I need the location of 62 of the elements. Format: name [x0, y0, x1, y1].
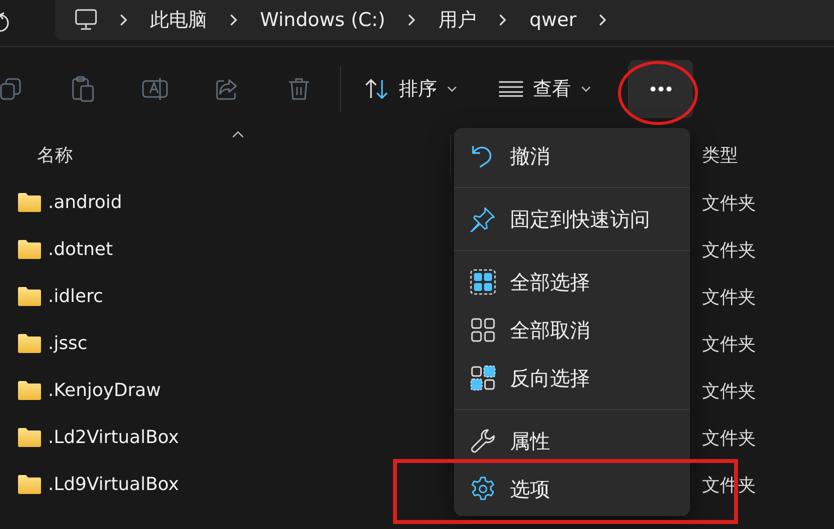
address-bar[interactable]: 此电脑 Windows (C:) 用户 qwer — [55, 0, 834, 40]
menu-item[interactable]: 撤消 — [454, 132, 690, 180]
file-name[interactable]: .android — [48, 192, 122, 213]
menu-item[interactable]: 属性 — [454, 417, 690, 465]
menu-item[interactable]: 固定到快速访问 — [454, 195, 690, 243]
chevron-icon — [229, 13, 238, 27]
computer-icon — [75, 9, 97, 31]
menu-item-label: 反向选择 — [510, 364, 590, 392]
chevron-icon — [498, 13, 508, 27]
chevron-icon — [598, 13, 608, 27]
file-type: 文件夹 — [702, 426, 756, 450]
menu-item-label: 选项 — [510, 476, 550, 502]
menu-icon — [499, 81, 523, 97]
folder-icon — [18, 240, 41, 259]
sort-caret-icon — [232, 131, 244, 138]
folder-icon — [18, 475, 41, 494]
file-type: 文件夹 — [702, 192, 756, 214]
file-name[interactable]: .Ld9VirtualBox — [48, 474, 179, 495]
sort-icon — [365, 78, 389, 100]
file-name[interactable]: .KenjoyDraw — [48, 380, 161, 401]
breadcrumb-item[interactable]: qwer — [507, 9, 598, 31]
folder-icon — [18, 193, 41, 212]
sort-button[interactable]: 排序 — [355, 68, 467, 110]
breadcrumb-item[interactable]: 此电脑 — [128, 7, 229, 33]
wrench-icon — [470, 428, 496, 454]
grid-icon — [470, 317, 496, 343]
view-button[interactable]: 查看 — [489, 68, 601, 110]
column-header[interactable]: 名称 — [0, 143, 450, 167]
column-header[interactable]: 类型 — [702, 143, 738, 167]
folder-icon — [18, 381, 41, 400]
file-type: 文件夹 — [702, 286, 756, 308]
more-icon — [650, 86, 672, 92]
more-button[interactable] — [629, 60, 693, 118]
file-name[interactable]: .dotnet — [48, 239, 113, 260]
menu-item-label: 全部取消 — [510, 316, 590, 344]
chevron-icon — [119, 13, 128, 27]
select-all-icon — [470, 269, 496, 295]
breadcrumb-item[interactable]: Windows (C:) — [238, 9, 408, 31]
breadcrumb-item[interactable]: 用户 — [416, 7, 498, 33]
settings-icon — [470, 476, 496, 502]
caret-icon — [447, 86, 457, 92]
file-type: 文件夹 — [702, 380, 756, 402]
menu-item-label: 固定到快速访问 — [510, 206, 650, 232]
menu-item[interactable]: 全部选择 — [454, 258, 690, 306]
pin-icon — [470, 206, 496, 232]
menu-item[interactable]: 反向选择 — [454, 354, 690, 402]
menu-item[interactable]: 选项 — [454, 465, 690, 513]
file-name[interactable]: .Ld2VirtualBox — [48, 427, 179, 448]
folder-icon — [18, 428, 41, 447]
file-name[interactable]: .idlerc — [48, 286, 104, 307]
menu-item-label: 属性 — [510, 428, 550, 454]
folder-icon — [18, 287, 41, 306]
file-type: 文件夹 — [702, 332, 756, 356]
chevron-icon — [407, 13, 416, 27]
file-name[interactable]: .jssc — [48, 333, 88, 354]
menu-item[interactable]: 全部取消 — [454, 306, 690, 354]
folder-icon — [18, 334, 41, 353]
caret-icon — [581, 86, 591, 92]
file-type: 文件夹 — [702, 238, 756, 262]
invert-selection-icon — [470, 365, 496, 391]
menu-item-label: 全部选择 — [510, 268, 590, 296]
menu-item-label: 撤消 — [510, 142, 550, 170]
